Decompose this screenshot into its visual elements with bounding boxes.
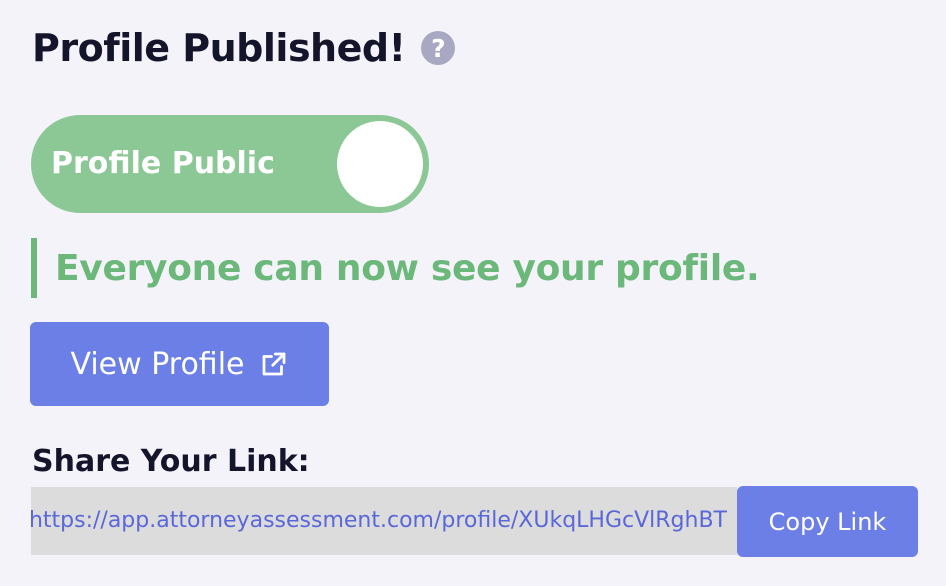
question-circle-icon[interactable]: ? <box>421 31 456 65</box>
share-link-label: Share Your Link: <box>32 444 310 479</box>
copy-link-label: Copy Link <box>768 507 887 536</box>
view-profile-label: View Profile <box>70 346 245 382</box>
status-message: Everyone can now see your profile. <box>31 238 760 298</box>
status-text: Everyone can now see your profile. <box>55 247 760 289</box>
view-profile-button[interactable]: View Profile <box>30 322 329 406</box>
toggle-label: Profile Public <box>51 146 275 181</box>
toggle-knob[interactable] <box>337 121 423 207</box>
share-link-text: https://app.attorneyassessment.com/profi… <box>31 508 727 533</box>
share-link-input[interactable]: https://app.attorneyassessment.com/profi… <box>31 487 737 555</box>
page-title: Profile Published! <box>32 26 406 70</box>
external-link-icon <box>259 349 289 379</box>
profile-public-toggle[interactable]: Profile Public <box>31 115 429 213</box>
title-row: Profile Published! ? <box>32 26 456 70</box>
copy-link-button[interactable]: Copy Link <box>737 486 918 557</box>
